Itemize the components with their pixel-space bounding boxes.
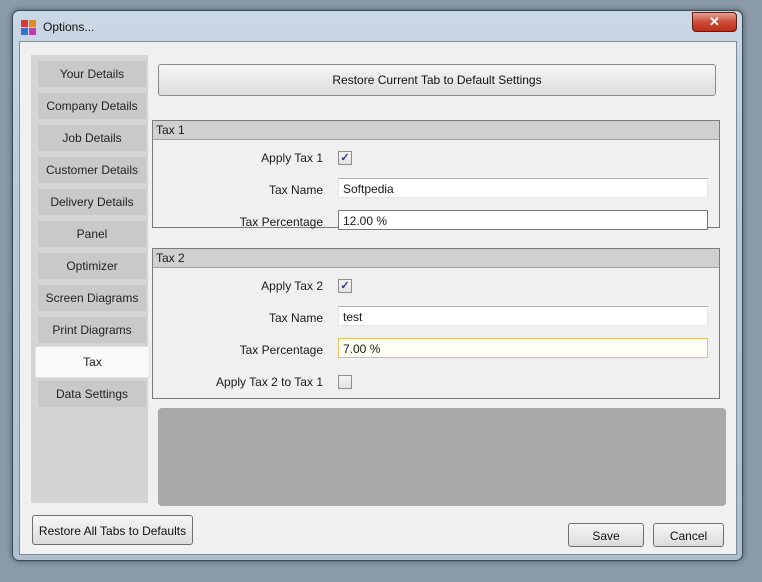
options-window: Options... ✕ Your Details Company Detail… (12, 10, 743, 561)
sidebar-item-print-diagrams[interactable]: Print Diagrams (38, 317, 146, 343)
tax2-percentage-input[interactable]: 7.00 % (338, 338, 708, 358)
sidebar: Your Details Company Details Job Details… (31, 55, 150, 503)
close-icon: ✕ (709, 14, 720, 29)
tax2-apply-row: Apply Tax 2 ✓ (153, 275, 719, 299)
tax1-name-input[interactable]: Softpedia (338, 178, 708, 198)
cancel-button[interactable]: Cancel (653, 523, 724, 547)
tax1-name-row: Tax Name Softpedia (153, 178, 719, 202)
tax1-group-header: Tax 1 (153, 121, 719, 140)
tax2-apply-label: Apply Tax 2 (261, 279, 323, 293)
title-bar[interactable]: Options... ✕ (13, 11, 742, 41)
sidebar-item-optimizer[interactable]: Optimizer (38, 253, 146, 279)
sidebar-item-customer-details[interactable]: Customer Details (38, 157, 146, 183)
tax1-percentage-input[interactable]: 12.00 % (338, 210, 708, 230)
restore-current-tab-button[interactable]: Restore Current Tab to Default Settings (158, 64, 716, 96)
tax2-name-input[interactable]: test (338, 306, 708, 326)
tax1-percentage-label: Tax Percentage (239, 215, 323, 229)
checkmark-icon: ✓ (340, 152, 350, 164)
tax1-group: Tax 1 Apply Tax 1 ✓ Tax Name Softpedia T… (152, 120, 720, 230)
sidebar-item-screen-diagrams[interactable]: Screen Diagrams (38, 285, 146, 311)
tax1-apply-checkbox[interactable]: ✓ (338, 151, 352, 165)
empty-panel (158, 408, 726, 506)
tax2-group: Tax 2 Apply Tax 2 ✓ Tax Name test Tax Pe… (152, 248, 720, 399)
tax1-percentage-row: Tax Percentage 12.00 % (153, 210, 719, 234)
sidebar-item-your-details[interactable]: Your Details (38, 61, 146, 87)
tax2-percentage-label: Tax Percentage (239, 343, 323, 357)
tax2-name-row: Tax Name test (153, 306, 719, 330)
save-button[interactable]: Save (568, 523, 644, 547)
sidebar-item-tax[interactable]: Tax (35, 346, 150, 378)
client-area: Your Details Company Details Job Details… (19, 41, 737, 555)
sidebar-item-panel[interactable]: Panel (38, 221, 146, 247)
restore-all-tabs-button[interactable]: Restore All Tabs to Defaults (32, 515, 193, 545)
checkmark-icon: ✓ (340, 280, 350, 292)
tax2-percentage-row: Tax Percentage 7.00 % (153, 338, 719, 362)
sidebar-item-job-details[interactable]: Job Details (38, 125, 146, 151)
tax2-apply-checkbox[interactable]: ✓ (338, 279, 352, 293)
sidebar-item-data-settings[interactable]: Data Settings (38, 381, 146, 407)
tax2-name-label: Tax Name (268, 311, 323, 325)
tax1-name-label: Tax Name (268, 183, 323, 197)
sidebar-item-company-details[interactable]: Company Details (38, 93, 146, 119)
tax1-apply-row: Apply Tax 1 ✓ (153, 147, 719, 171)
app-icon (21, 20, 37, 36)
sidebar-item-delivery-details[interactable]: Delivery Details (38, 189, 146, 215)
window-title: Options... (43, 20, 95, 34)
tax2-apply-to-tax1-checkbox[interactable] (338, 375, 352, 389)
tax2-group-header: Tax 2 (153, 249, 719, 268)
tax2-apply-to-tax1-row: Apply Tax 2 to Tax 1 (153, 371, 719, 395)
close-button[interactable]: ✕ (692, 12, 737, 32)
tax1-apply-label: Apply Tax 1 (261, 151, 323, 165)
tax2-apply-to-tax1-label: Apply Tax 2 to Tax 1 (216, 375, 323, 389)
